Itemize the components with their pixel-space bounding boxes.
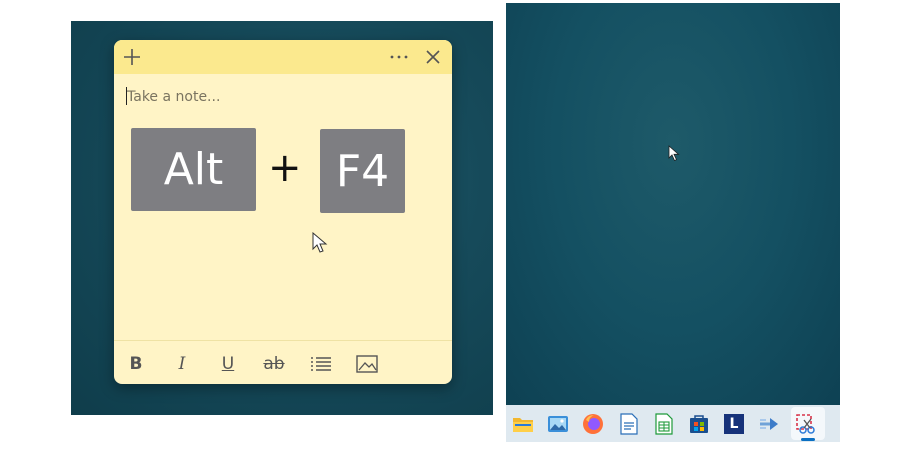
italic-button[interactable]: I	[174, 353, 190, 375]
taskbar: L	[506, 405, 840, 442]
writer-icon[interactable]	[618, 413, 640, 435]
right-desktop-background	[506, 3, 840, 405]
firefox-icon[interactable]	[582, 413, 604, 435]
file-explorer-icon[interactable]	[512, 413, 534, 435]
mouse-cursor-icon	[312, 231, 328, 258]
note-input-placeholder[interactable]: Take a note...	[127, 89, 220, 105]
key-f4: F4	[320, 129, 405, 213]
close-icon[interactable]	[420, 44, 446, 70]
paint-icon[interactable]	[758, 413, 780, 435]
format-toolbar: B I U ab	[114, 340, 452, 384]
underline-button[interactable]: U	[220, 353, 236, 375]
strikethrough-button[interactable]: ab	[262, 353, 286, 375]
l-app-icon[interactable]: L	[723, 413, 745, 435]
image-icon[interactable]	[356, 353, 378, 375]
l-app-letter: L	[724, 414, 744, 434]
desktop-cursor-icon	[668, 145, 680, 166]
key-plus-sign: +	[268, 145, 302, 191]
photos-icon[interactable]	[547, 413, 569, 435]
snipping-tool-icon[interactable]	[795, 413, 817, 435]
bold-button[interactable]: B	[128, 353, 144, 375]
plus-icon[interactable]	[119, 44, 145, 70]
sticky-note-header	[114, 40, 452, 74]
active-app-indicator	[801, 438, 815, 441]
sticky-note-window[interactable]: Take a note... Alt + F4 B I U ab	[114, 40, 452, 384]
list-icon[interactable]	[310, 353, 332, 375]
calc-icon[interactable]	[653, 413, 675, 435]
store-icon[interactable]	[688, 413, 710, 435]
more-icon[interactable]	[386, 44, 412, 70]
key-alt: Alt	[131, 128, 256, 211]
